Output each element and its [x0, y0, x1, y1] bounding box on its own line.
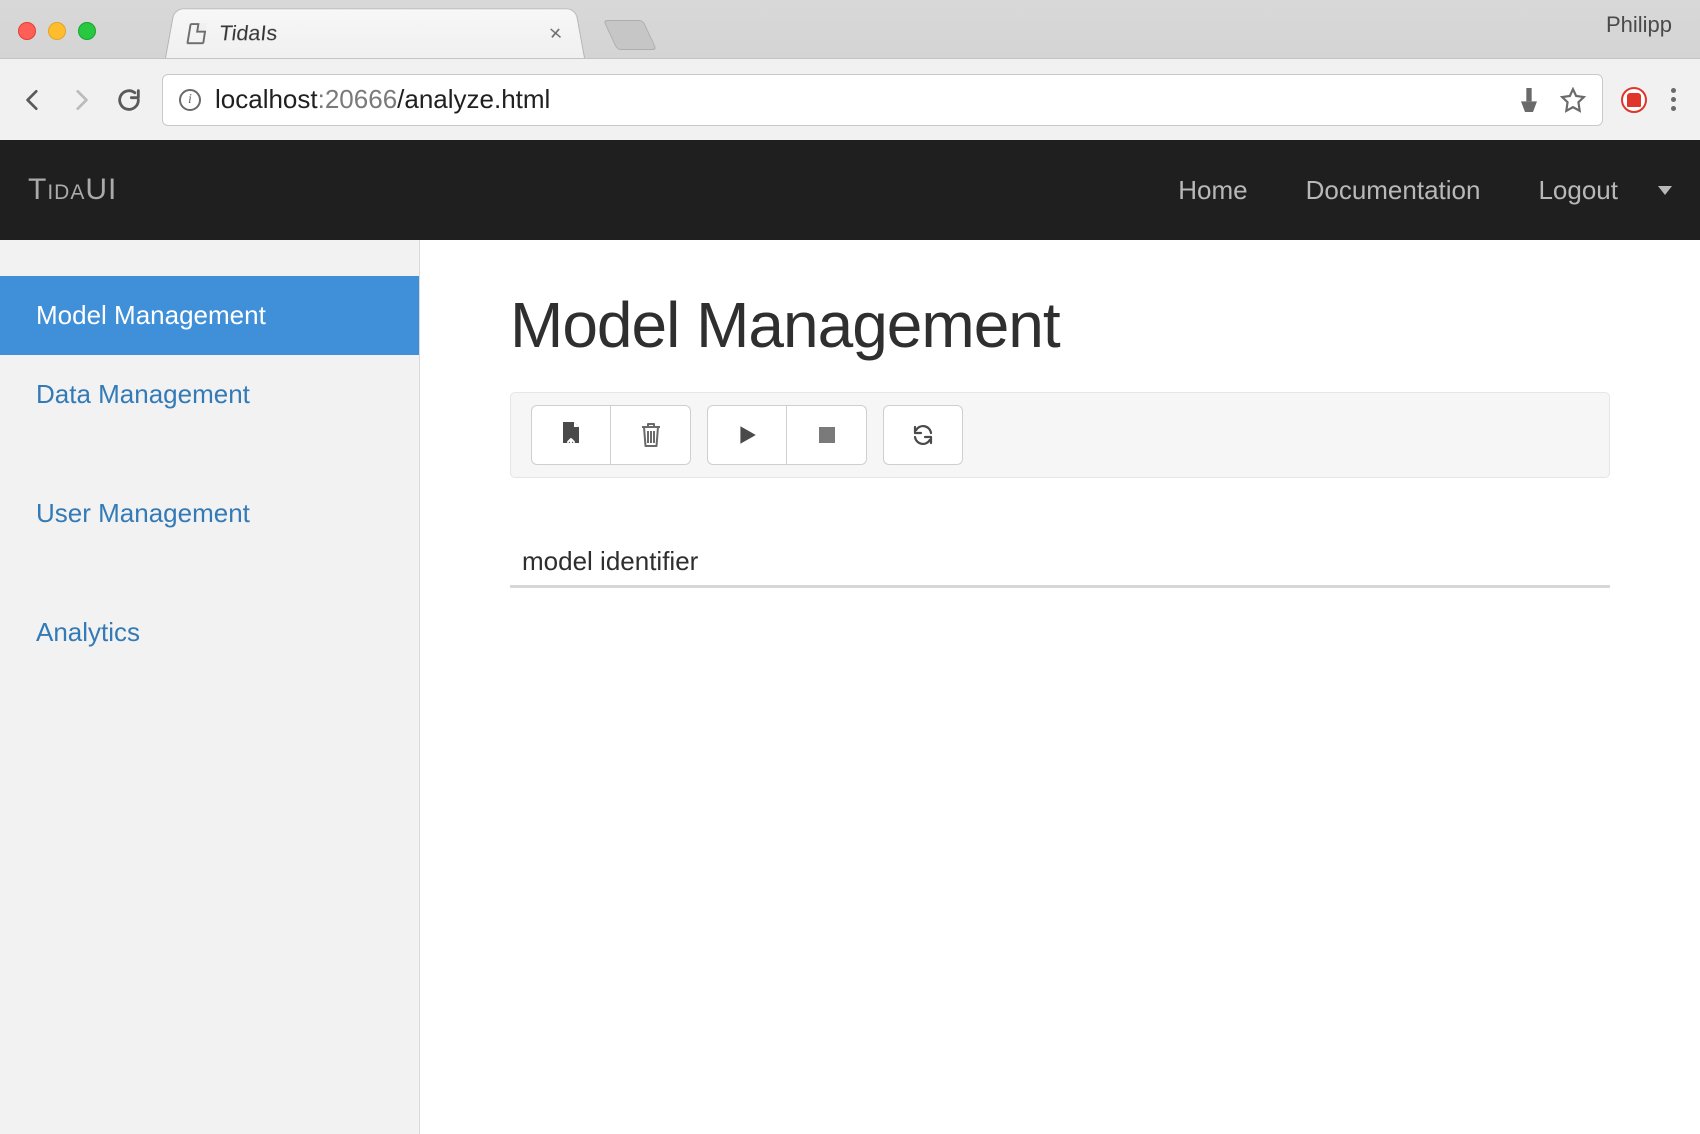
sidebar-item-label: Model Management	[36, 300, 266, 330]
page-icon	[186, 23, 207, 44]
nav-logout[interactable]: Logout	[1538, 175, 1672, 206]
window-zoom-button[interactable]	[78, 22, 96, 40]
stop-icon	[817, 425, 837, 445]
browser-tab[interactable]: TidaIs ×	[165, 8, 585, 58]
main-content: Model Management	[420, 240, 1700, 1134]
models-table: model identifier	[510, 538, 1610, 588]
file-upload-icon	[559, 422, 583, 448]
browser-menu-button[interactable]	[1665, 88, 1682, 111]
tab-close-button[interactable]: ×	[547, 21, 564, 46]
back-button[interactable]	[18, 85, 48, 115]
nav-documentation[interactable]: Documentation	[1306, 175, 1481, 206]
sidebar-item-label: Analytics	[36, 617, 140, 647]
browser-toolbar: i localhost:20666/analyze.html	[0, 58, 1700, 140]
bookmark-star-icon[interactable]	[1560, 87, 1586, 113]
action-toolbar	[510, 392, 1610, 478]
address-bar[interactable]: i localhost:20666/analyze.html	[162, 74, 1603, 126]
forward-button[interactable]	[66, 85, 96, 115]
nav-logout-label: Logout	[1538, 175, 1618, 206]
window-close-button[interactable]	[18, 22, 36, 40]
os-user-label: Philipp	[1606, 12, 1672, 38]
upload-button[interactable]	[531, 405, 611, 465]
page-title: Model Management	[510, 288, 1610, 362]
url-text: localhost:20666/analyze.html	[215, 84, 550, 115]
refresh-icon	[911, 423, 935, 447]
table-column-header[interactable]: model identifier	[510, 538, 1610, 588]
site-info-icon[interactable]: i	[179, 89, 201, 111]
reload-button[interactable]	[114, 85, 144, 115]
run-button-group	[707, 405, 867, 465]
browser-chrome: Philipp TidaIs × i localhost:20666/analy…	[0, 0, 1700, 140]
sidebar-item-label: Data Management	[36, 379, 250, 409]
sidebar-item-model-management[interactable]: Model Management	[0, 276, 419, 355]
sidebar-item-analytics[interactable]: Analytics	[0, 593, 419, 672]
sidebar-item-label: User Management	[36, 498, 250, 528]
app-navbar: TidaUI Home Documentation Logout	[0, 140, 1700, 240]
sidebar-item-user-management[interactable]: User Management	[0, 474, 419, 553]
url-path: /analyze.html	[397, 84, 550, 114]
brand-logo[interactable]: TidaUI	[28, 173, 117, 207]
stop-button[interactable]	[787, 405, 867, 465]
window-minimize-button[interactable]	[48, 22, 66, 40]
sidebar: Model Management Data Management User Ma…	[0, 240, 420, 1134]
tab-title: TidaIs	[218, 21, 538, 46]
sidebar-item-data-management[interactable]: Data Management	[0, 355, 419, 434]
new-tab-button[interactable]	[603, 20, 657, 50]
delete-button[interactable]	[611, 405, 691, 465]
app-body: Model Management Data Management User Ma…	[0, 240, 1700, 1134]
window-controls	[18, 22, 96, 40]
nav-home[interactable]: Home	[1178, 175, 1247, 206]
caret-down-icon	[1658, 186, 1672, 195]
url-host: localhost	[215, 84, 318, 114]
adblock-extension-icon[interactable]	[1621, 87, 1647, 113]
save-password-icon[interactable]	[1520, 88, 1538, 112]
play-button[interactable]	[707, 405, 787, 465]
refresh-button[interactable]	[883, 405, 963, 465]
play-icon	[736, 424, 758, 446]
url-port: :20666	[318, 84, 398, 114]
trash-icon	[639, 422, 663, 448]
file-button-group	[531, 405, 691, 465]
